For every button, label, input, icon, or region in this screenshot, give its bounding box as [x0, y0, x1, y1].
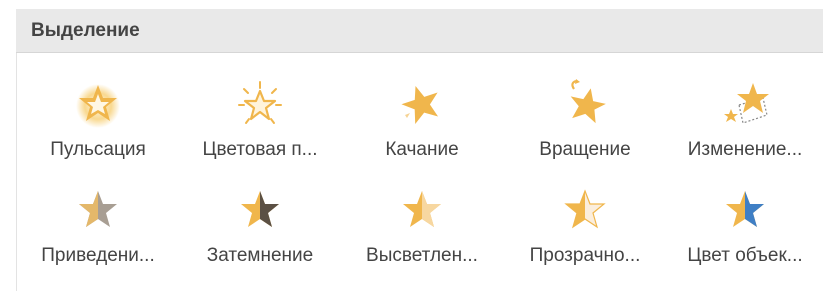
effect-tile-desaturate[interactable]: Приведени... [17, 175, 179, 281]
darken-star-icon [234, 185, 286, 237]
color-pulse-star-icon [234, 79, 286, 131]
effect-tile-transparency[interactable]: Прозрачно... [504, 175, 666, 281]
effect-label: Вращение [539, 139, 631, 160]
teeter-star-icon [396, 79, 448, 131]
effect-label: Пульсация [50, 139, 146, 160]
effect-tile-lighten[interactable]: Высветлен... [341, 175, 503, 281]
effect-label: Качание [385, 139, 459, 160]
object-color-star-icon [719, 185, 771, 237]
spin-star-icon [559, 79, 611, 131]
effect-label: Высветлен... [366, 245, 478, 266]
effect-tile-object-color[interactable]: Цвет объек... [664, 175, 823, 281]
pulse-star-icon [72, 79, 124, 131]
effect-tile-teeter[interactable]: Качание [341, 69, 503, 175]
section-header: Выделение [16, 9, 823, 53]
grow-shrink-star-icon [719, 79, 771, 131]
desaturate-star-icon [72, 185, 124, 237]
effect-label: Прозрачно... [529, 245, 641, 266]
effect-label: Изменение... [687, 139, 803, 160]
effect-label: Цвет объек... [687, 245, 803, 266]
effect-label: Затемнение [206, 245, 314, 266]
animation-effects-gallery: Выделение Пульсация Цветовая п... Качани… [0, 0, 823, 291]
effect-tile-spin[interactable]: Вращение [504, 69, 666, 175]
effect-tile-darken[interactable]: Затемнение [179, 175, 341, 281]
transparency-star-icon [559, 185, 611, 237]
effect-tile-color-pulse[interactable]: Цветовая п... [179, 69, 341, 175]
effect-label: Цветовая п... [202, 139, 318, 160]
effect-label: Приведени... [41, 245, 155, 266]
section-title: Выделение [31, 20, 140, 41]
effect-tile-grow-shrink[interactable]: Изменение... [664, 69, 823, 175]
lighten-star-icon [396, 185, 448, 237]
effect-tile-pulse[interactable]: Пульсация [17, 69, 179, 175]
